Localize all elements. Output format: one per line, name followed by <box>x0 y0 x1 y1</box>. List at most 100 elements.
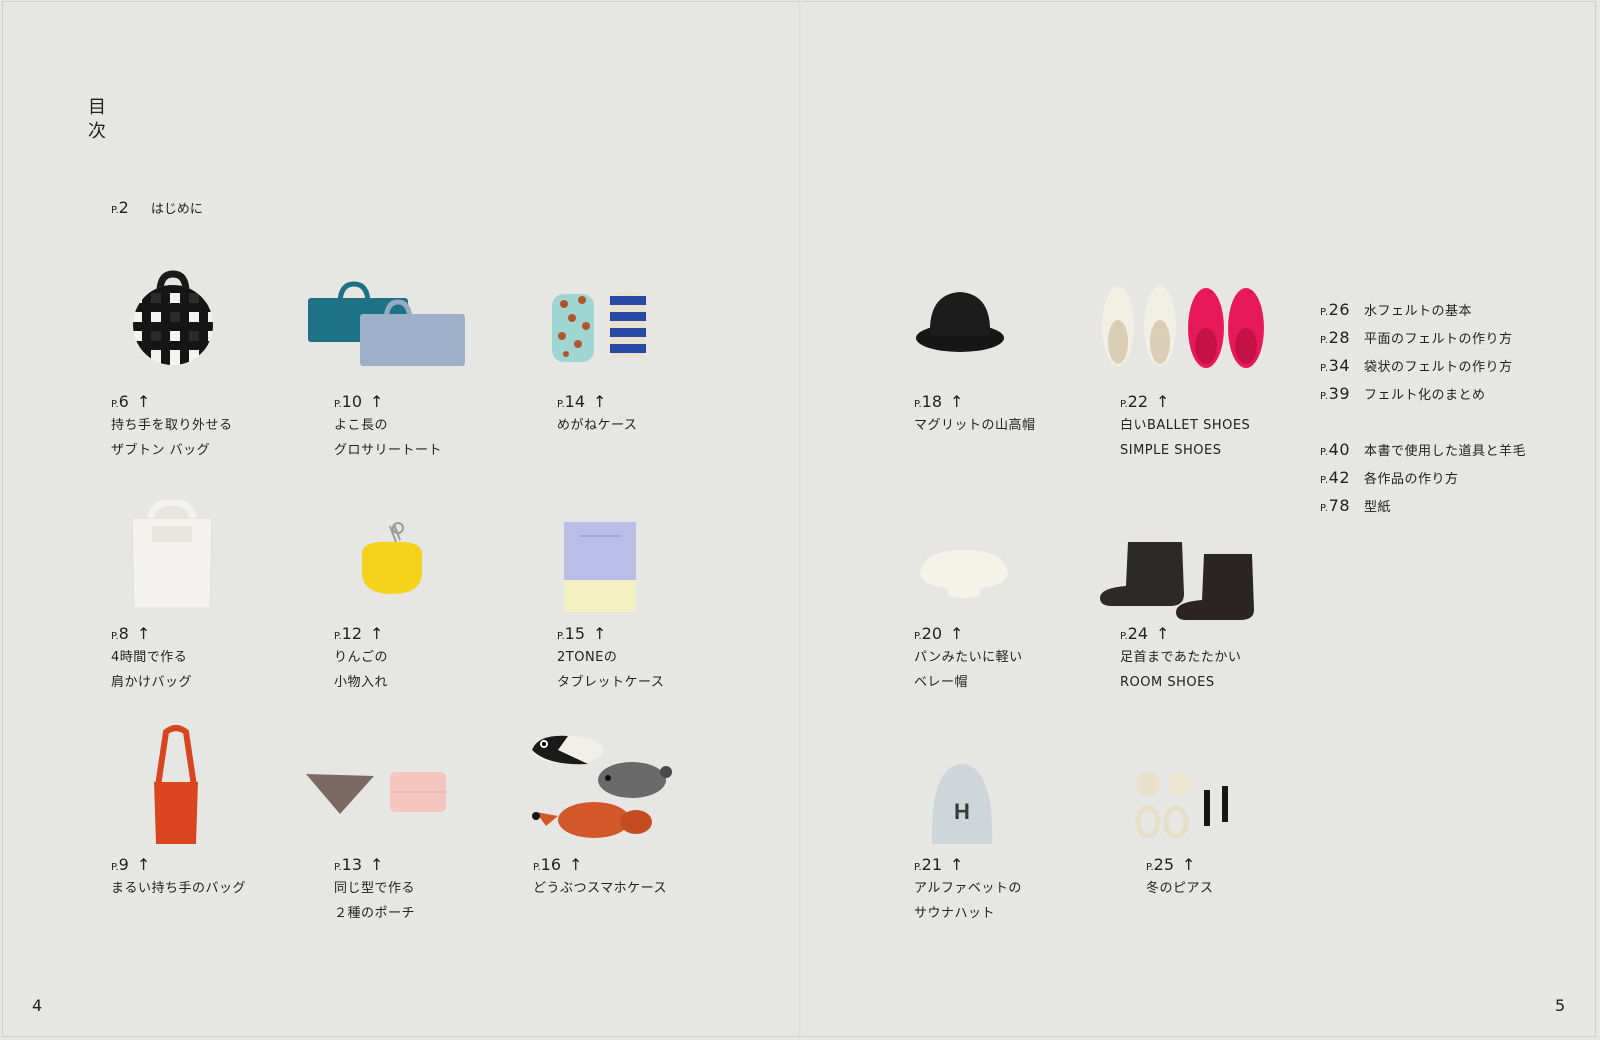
round-handle-bag-photo <box>154 725 198 844</box>
earrings-photo <box>1135 772 1228 839</box>
contents-heading: 目 次 <box>85 96 109 144</box>
item-title-line2: ROOM SHOES <box>1120 675 1215 690</box>
up-arrow-icon: ↑ <box>950 392 964 411</box>
item-title-line1: アルファベットの <box>914 881 1022 896</box>
toc-item[interactable]: P.24 ↑ 足首まであたたかい ROOM SHOES <box>1120 624 1241 694</box>
item-title-line1: マグリットの山高帽 <box>914 418 1036 433</box>
heading-line2: 次 <box>88 121 106 142</box>
reference-title: 水フェルトの基本 <box>1364 304 1473 319</box>
item-page-ref: P.25 ↑ <box>1146 855 1196 874</box>
item-title-line1: まるい持ち手のバッグ <box>111 881 247 896</box>
up-arrow-icon: ↑ <box>136 624 151 643</box>
item-page-ref: P.15 ↑ <box>557 624 607 643</box>
item-title-line2: ベレー帽 <box>914 675 969 690</box>
toc-item[interactable]: P.22 ↑ 白いBALLET SHOES SIMPLE SHOES <box>1120 392 1250 462</box>
reference-row[interactable]: P.26 水フェルトの基本 <box>1320 298 1526 326</box>
toc-item[interactable]: P.14 ↑ めがねケース <box>557 392 637 439</box>
item-page-number: 16 <box>540 855 562 874</box>
toc-item[interactable]: P.8 ↑ 4時間で作る 肩かけバッグ <box>111 624 192 694</box>
toc-item[interactable]: P.18 ↑ マグリットの山高帽 <box>914 392 1036 439</box>
intro-entry[interactable]: P.2 はじめに <box>111 198 203 218</box>
reference-page-number: 40 <box>1328 440 1351 459</box>
page-number-left: 4 <box>32 996 43 1015</box>
item-page-number: 25 <box>1153 855 1175 874</box>
reference-list: P.26 水フェルトの基本 P.28 平面のフェルトの作り方 P.34 袋状のフェルト… <box>1320 298 1526 522</box>
toc-item[interactable]: P.21 ↑ アルファベットの サウナハット <box>914 855 1022 925</box>
glasses-case-photo <box>552 292 646 362</box>
item-page-ref: P.6 ↑ <box>111 392 151 411</box>
tablet-case-photo <box>564 522 636 612</box>
ballet-shoes-photo <box>1102 286 1264 368</box>
item-page-number: 24 <box>1127 624 1149 643</box>
toc-item[interactable]: P.13 ↑ 同じ型で作る ２種のポーチ <box>334 855 415 925</box>
item-title-line1: パンみたいに軽い <box>914 650 1023 665</box>
reference-title: 袋状のフェルトの作り方 <box>1364 360 1513 375</box>
toc-item[interactable]: P.20 ↑ パンみたいに軽い ベレー帽 <box>914 624 1023 694</box>
item-page-ref: P.10 ↑ <box>334 392 384 411</box>
toc-item[interactable]: P.15 ↑ 2TONEの タブレットケース <box>557 624 664 694</box>
item-title-line1: 冬のピアス <box>1146 881 1214 896</box>
toc-item[interactable]: P.9 ↑ まるい持ち手のバッグ <box>111 855 246 902</box>
room-shoes-photo <box>1100 542 1254 620</box>
intro-page-number: 2 <box>118 198 129 217</box>
intro-title: はじめに <box>150 202 203 217</box>
apple-pouch-photo <box>362 522 422 594</box>
zabuton-bag-photo <box>133 270 213 365</box>
toc-item[interactable]: P.16 ↑ どうぶつスマホケース <box>533 855 667 902</box>
item-title-line2: グロサリートート <box>334 443 443 458</box>
item-page-number: 9 <box>118 855 129 874</box>
item-title-line1: よこ長の <box>334 418 389 433</box>
reference-row[interactable]: P.39 フェルト化のまとめ <box>1320 382 1526 410</box>
item-title-line1: 足首まであたたかい <box>1120 650 1242 665</box>
item-title-line2: SIMPLE SHOES <box>1120 443 1222 458</box>
up-arrow-icon: ↑ <box>370 855 384 874</box>
shoulder-bag-photo <box>131 500 213 609</box>
reference-row[interactable]: P.42 各作品の作り方 <box>1320 466 1526 494</box>
reference-title: 型紙 <box>1364 500 1392 515</box>
up-arrow-icon: ↑ <box>950 855 964 874</box>
item-page-number: 14 <box>564 392 586 411</box>
page-number-right: 5 <box>1555 996 1566 1015</box>
reference-title: 本書で使用した道具と羊毛 <box>1364 444 1527 459</box>
up-arrow-icon: ↑ <box>1156 624 1170 643</box>
item-page-number: 20 <box>921 624 943 643</box>
sauna-hat-letter: H <box>954 799 970 824</box>
reference-title: 各作品の作り方 <box>1364 472 1459 487</box>
item-page-ref: P.12 ↑ <box>334 624 384 643</box>
item-page-number: 21 <box>921 855 943 874</box>
item-page-ref: P.8 ↑ <box>111 624 151 643</box>
item-title-line1: 白いBALLET SHOES <box>1120 418 1251 433</box>
item-title-line1: 同じ型で作る <box>334 881 416 896</box>
reference-title: フェルト化のまとめ <box>1364 388 1486 403</box>
item-title-line2: ２種のポーチ <box>334 906 416 921</box>
reference-row[interactable]: P.34 袋状のフェルトの作り方 <box>1320 354 1526 382</box>
sauna-hat-photo: H <box>931 764 993 844</box>
item-page-number: 8 <box>118 624 129 643</box>
item-title-line2: ザブトン バッグ <box>111 443 211 458</box>
toc-item[interactable]: P.12 ↑ りんごの 小物入れ <box>334 624 388 694</box>
intro-page-ref: P.2 <box>111 198 129 217</box>
reference-row[interactable]: P.28 平面のフェルトの作り方 <box>1320 326 1526 354</box>
item-title-line1: 2TONEの <box>557 650 618 665</box>
item-page-number: 18 <box>921 392 943 411</box>
reference-row[interactable]: P.40 本書で使用した道具と羊毛 <box>1320 438 1526 466</box>
bowler-hat-photo <box>916 292 1004 352</box>
item-page-ref: P.9 ↑ <box>111 855 151 874</box>
reference-page-number: 34 <box>1328 356 1351 375</box>
up-arrow-icon: ↑ <box>1182 855 1196 874</box>
item-page-number: 10 <box>341 392 363 411</box>
toc-item[interactable]: P.10 ↑ よこ長のグロサリートート <box>334 392 442 462</box>
reference-page-number: 42 <box>1328 468 1351 487</box>
item-title-line1: めがねケース <box>557 418 638 433</box>
item-page-ref: P.14 ↑ <box>557 392 607 411</box>
grocery-tote-photo <box>308 281 465 366</box>
toc-item[interactable]: P.25 ↑ 冬のピアス <box>1146 855 1214 902</box>
item-page-ref: P.24 ↑ <box>1120 624 1170 643</box>
reference-page-number: 28 <box>1328 328 1351 347</box>
reference-row[interactable]: P.78 型紙 <box>1320 494 1526 522</box>
toc-item[interactable]: P.6 ↑ 持ち手を取り外せる ザブトン バッグ <box>111 392 233 462</box>
up-arrow-icon: ↑ <box>593 624 607 643</box>
reference-page-number: 26 <box>1328 300 1351 319</box>
item-page-number: 6 <box>118 392 129 411</box>
